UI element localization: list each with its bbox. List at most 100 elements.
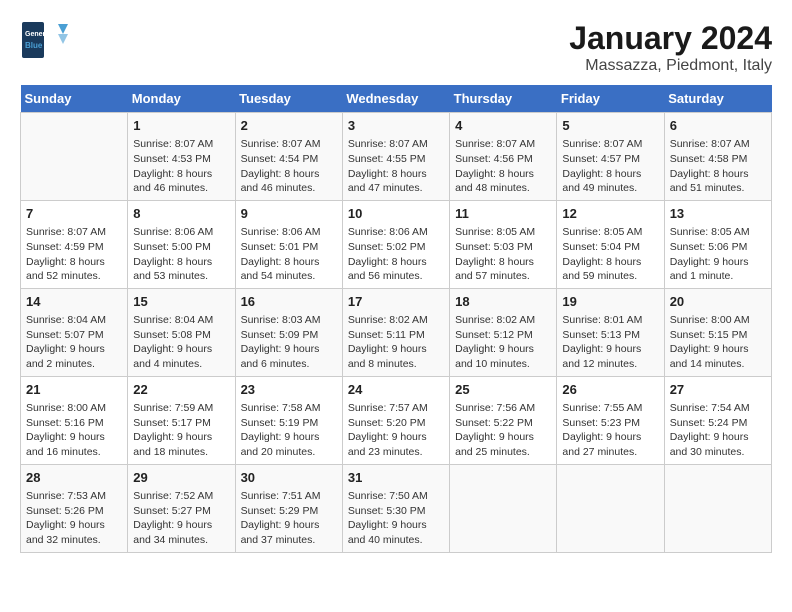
day-info: and 27 minutes. (562, 445, 658, 460)
calendar-body: 1Sunrise: 8:07 AMSunset: 4:53 PMDaylight… (21, 113, 772, 553)
day-info: and 23 minutes. (348, 445, 444, 460)
day-number: 29 (133, 469, 229, 487)
day-number: 31 (348, 469, 444, 487)
day-info: Sunrise: 8:07 AM (455, 137, 551, 152)
column-header-wednesday: Wednesday (342, 85, 449, 113)
calendar-cell (664, 464, 771, 552)
calendar-week-4: 21Sunrise: 8:00 AMSunset: 5:16 PMDayligh… (21, 376, 772, 464)
day-info: Daylight: 9 hours (455, 430, 551, 445)
day-info: Daylight: 8 hours (26, 255, 122, 270)
calendar-cell: 2Sunrise: 8:07 AMSunset: 4:54 PMDaylight… (235, 113, 342, 201)
day-info: Daylight: 9 hours (241, 518, 337, 533)
day-info: Sunrise: 8:00 AM (26, 401, 122, 416)
day-info: and 48 minutes. (455, 181, 551, 196)
day-info: Sunset: 5:16 PM (26, 416, 122, 431)
page-header: General Blue January 2024 Massazza, Pied… (20, 20, 772, 75)
day-info: Daylight: 9 hours (562, 342, 658, 357)
day-info: and 14 minutes. (670, 357, 766, 372)
day-number: 19 (562, 293, 658, 311)
day-info: Daylight: 9 hours (133, 430, 229, 445)
header-row: SundayMondayTuesdayWednesdayThursdayFrid… (21, 85, 772, 113)
calendar-cell: 22Sunrise: 7:59 AMSunset: 5:17 PMDayligh… (128, 376, 235, 464)
day-info: Daylight: 9 hours (241, 430, 337, 445)
svg-text:Blue: Blue (25, 41, 43, 50)
calendar-cell: 21Sunrise: 8:00 AMSunset: 5:16 PMDayligh… (21, 376, 128, 464)
day-info: Sunrise: 7:55 AM (562, 401, 658, 416)
day-info: Sunrise: 7:57 AM (348, 401, 444, 416)
day-info: Sunrise: 8:03 AM (241, 313, 337, 328)
day-info: Daylight: 9 hours (670, 342, 766, 357)
day-info: Sunset: 4:53 PM (133, 152, 229, 167)
day-info: and 46 minutes. (241, 181, 337, 196)
day-info: and 30 minutes. (670, 445, 766, 460)
calendar-cell (21, 113, 128, 201)
calendar-cell: 1Sunrise: 8:07 AMSunset: 4:53 PMDaylight… (128, 113, 235, 201)
calendar-cell: 6Sunrise: 8:07 AMSunset: 4:58 PMDaylight… (664, 113, 771, 201)
calendar-cell: 16Sunrise: 8:03 AMSunset: 5:09 PMDayligh… (235, 288, 342, 376)
day-info: Daylight: 9 hours (670, 430, 766, 445)
day-info: Sunrise: 8:01 AM (562, 313, 658, 328)
day-info: and 20 minutes. (241, 445, 337, 460)
page-title: January 2024 (569, 20, 772, 57)
day-info: and 49 minutes. (562, 181, 658, 196)
day-info: Sunset: 4:59 PM (26, 240, 122, 255)
column-header-monday: Monday (128, 85, 235, 113)
day-number: 9 (241, 205, 337, 223)
day-info: Sunrise: 8:05 AM (670, 225, 766, 240)
day-info: and 25 minutes. (455, 445, 551, 460)
day-info: Sunrise: 8:05 AM (455, 225, 551, 240)
day-info: and 32 minutes. (26, 533, 122, 548)
calendar-cell: 19Sunrise: 8:01 AMSunset: 5:13 PMDayligh… (557, 288, 664, 376)
day-info: Sunset: 5:30 PM (348, 504, 444, 519)
day-info: and 8 minutes. (348, 357, 444, 372)
day-info: Sunrise: 8:06 AM (241, 225, 337, 240)
day-info: Sunset: 4:55 PM (348, 152, 444, 167)
day-info: Daylight: 9 hours (562, 430, 658, 445)
calendar-cell: 11Sunrise: 8:05 AMSunset: 5:03 PMDayligh… (450, 200, 557, 288)
day-info: Sunrise: 8:02 AM (348, 313, 444, 328)
column-header-sunday: Sunday (21, 85, 128, 113)
calendar-cell: 23Sunrise: 7:58 AMSunset: 5:19 PMDayligh… (235, 376, 342, 464)
calendar-cell: 9Sunrise: 8:06 AMSunset: 5:01 PMDaylight… (235, 200, 342, 288)
column-header-friday: Friday (557, 85, 664, 113)
day-number: 3 (348, 117, 444, 135)
day-info: Sunset: 5:24 PM (670, 416, 766, 431)
day-number: 10 (348, 205, 444, 223)
day-info: Daylight: 8 hours (455, 255, 551, 270)
day-info: Daylight: 8 hours (133, 167, 229, 182)
day-info: Sunrise: 8:07 AM (670, 137, 766, 152)
day-number: 15 (133, 293, 229, 311)
calendar-cell: 14Sunrise: 8:04 AMSunset: 5:07 PMDayligh… (21, 288, 128, 376)
day-number: 11 (455, 205, 551, 223)
calendar-week-5: 28Sunrise: 7:53 AMSunset: 5:26 PMDayligh… (21, 464, 772, 552)
day-info: Daylight: 9 hours (133, 342, 229, 357)
day-info: Daylight: 9 hours (26, 342, 122, 357)
day-info: Sunset: 5:04 PM (562, 240, 658, 255)
calendar-week-2: 7Sunrise: 8:07 AMSunset: 4:59 PMDaylight… (21, 200, 772, 288)
calendar-cell: 26Sunrise: 7:55 AMSunset: 5:23 PMDayligh… (557, 376, 664, 464)
day-number: 18 (455, 293, 551, 311)
day-info: Sunset: 5:26 PM (26, 504, 122, 519)
day-info: Daylight: 9 hours (348, 430, 444, 445)
day-info: and 40 minutes. (348, 533, 444, 548)
day-info: Sunset: 5:06 PM (670, 240, 766, 255)
day-info: Sunrise: 7:56 AM (455, 401, 551, 416)
day-info: Sunset: 5:08 PM (133, 328, 229, 343)
day-info: Sunset: 5:09 PM (241, 328, 337, 343)
day-number: 8 (133, 205, 229, 223)
logo-svg: General Blue (20, 20, 70, 60)
day-info: Sunset: 5:17 PM (133, 416, 229, 431)
calendar-cell: 24Sunrise: 7:57 AMSunset: 5:20 PMDayligh… (342, 376, 449, 464)
day-info: Sunset: 5:15 PM (670, 328, 766, 343)
calendar-cell: 8Sunrise: 8:06 AMSunset: 5:00 PMDaylight… (128, 200, 235, 288)
calendar-cell: 27Sunrise: 7:54 AMSunset: 5:24 PMDayligh… (664, 376, 771, 464)
day-number: 30 (241, 469, 337, 487)
day-info: Daylight: 9 hours (133, 518, 229, 533)
calendar-week-1: 1Sunrise: 8:07 AMSunset: 4:53 PMDaylight… (21, 113, 772, 201)
day-number: 6 (670, 117, 766, 135)
calendar-cell: 13Sunrise: 8:05 AMSunset: 5:06 PMDayligh… (664, 200, 771, 288)
day-info: Daylight: 9 hours (26, 518, 122, 533)
day-info: Sunset: 5:12 PM (455, 328, 551, 343)
day-info: Sunrise: 8:07 AM (26, 225, 122, 240)
day-info: Daylight: 8 hours (241, 255, 337, 270)
